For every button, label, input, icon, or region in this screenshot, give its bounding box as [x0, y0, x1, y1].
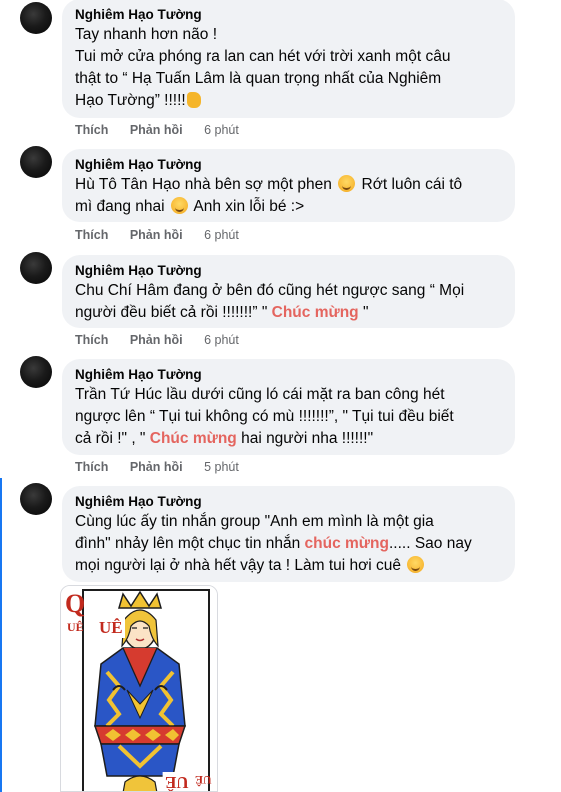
thread-indicator	[0, 478, 2, 792]
comment-author[interactable]: Nghiêm Hạo Tường	[75, 366, 502, 383]
like-button[interactable]: Thích	[75, 333, 108, 347]
like-button[interactable]: Thích	[75, 228, 108, 242]
comment-text: Trần Tứ Húc lầu dưới cũng ló cái mặt ra …	[75, 386, 454, 447]
avatar[interactable]	[20, 356, 52, 388]
highlight-text: Chúc mừng	[271, 304, 359, 321]
avatar[interactable]	[20, 483, 52, 515]
attached-image-card[interactable]: Q UÊ UÊ UÊ UÊ	[60, 585, 218, 792]
reply-button[interactable]: Phản hồi	[130, 228, 183, 242]
smile-emoji-icon	[338, 175, 356, 192]
comment-actions: Thích Phản hồi 5 phút	[75, 460, 239, 474]
comment-actions: Thích Phản hồi 6 phút	[75, 333, 239, 347]
comment-actions: Thích Phản hồi 6 phút	[75, 228, 239, 242]
highlight-text: Chúc mừng	[149, 430, 237, 447]
smile-emoji-icon	[170, 197, 188, 214]
like-button[interactable]: Thích	[75, 123, 108, 137]
reply-button[interactable]: Phản hồi	[130, 333, 183, 347]
comment-author[interactable]: Nghiêm Hạo Tường	[75, 262, 502, 279]
comment-text: Cùng lúc ấy tin nhắn group "Anh em mình …	[75, 513, 472, 574]
comment-bubble: Nghiêm Hạo Tường Tay nhanh hơn não ! Tui…	[62, 0, 515, 118]
card-rank: Q	[65, 589, 86, 618]
comment-author[interactable]: Nghiêm Hạo Tường	[75, 156, 502, 173]
comment-bubble: Nghiêm Hạo Tường Hù Tô Tân Hạo nhà bên s…	[62, 149, 515, 222]
reply-button[interactable]: Phản hồi	[130, 460, 183, 474]
card-corner-bottom: UÊ	[195, 773, 212, 787]
comment-text: Hù Tô Tân Hạo nhà bên sợ một phen Rớt lu…	[75, 175, 463, 215]
comment-time[interactable]: 6 phút	[204, 123, 239, 137]
comment-author[interactable]: Nghiêm Hạo Tường	[75, 493, 502, 510]
comment-text: Chu Chí Hâm đang ở bên đó cũng hét ngược…	[75, 282, 465, 321]
comment-time[interactable]: 6 phút	[204, 333, 239, 347]
comment-time[interactable]: 6 phút	[204, 228, 239, 242]
comment-actions: Thích Phản hồi 6 phút	[75, 123, 239, 137]
highlight-text: chúc mừng	[304, 535, 389, 552]
smile-emoji-icon	[407, 556, 425, 573]
avatar[interactable]	[20, 146, 52, 178]
comment-time[interactable]: 5 phút	[204, 460, 239, 474]
hand-emoji-icon	[186, 92, 201, 108]
avatar[interactable]	[20, 2, 52, 34]
comment-author[interactable]: Nghiêm Hạo Tường	[75, 6, 502, 23]
reply-button[interactable]: Phản hồi	[130, 123, 183, 137]
comment-bubble: Nghiêm Hạo Tường Trần Tứ Húc lầu dưới cũ…	[62, 359, 515, 455]
card-small-text: UÊ	[67, 620, 84, 634]
comment-text: Tay nhanh hơn não ! Tui mở cửa phóng ra …	[75, 26, 451, 109]
comment-bubble: Nghiêm Hạo Tường Cùng lúc ấy tin nhắn gr…	[62, 486, 515, 582]
card-center-text: UÊ	[97, 618, 125, 638]
comment-bubble: Nghiêm Hạo Tường Chu Chí Hâm đang ở bên …	[62, 255, 515, 328]
card-bottom-text: UÊ	[163, 772, 191, 792]
avatar[interactable]	[20, 252, 52, 284]
like-button[interactable]: Thích	[75, 460, 108, 474]
